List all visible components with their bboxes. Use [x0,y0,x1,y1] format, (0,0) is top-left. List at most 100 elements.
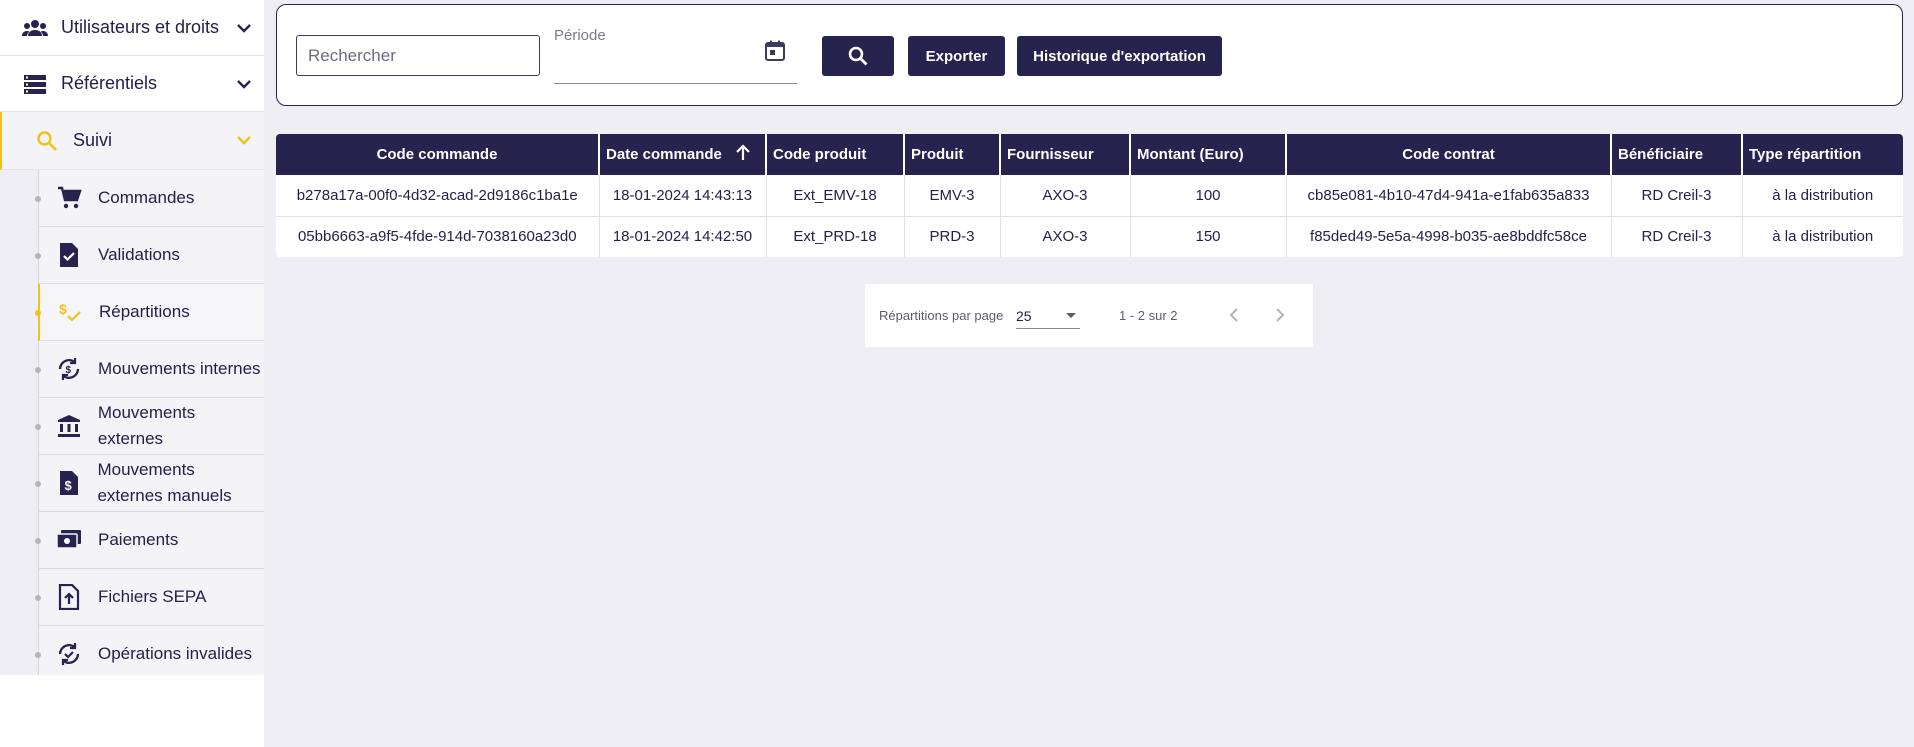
sidebar-group-users[interactable]: Utilisateurs et droits [0,0,264,56]
per-page-label: Répartitions par page [879,308,1004,323]
column-header-sorted[interactable]: Date commande [599,134,767,175]
sidebar-item-validations[interactable]: Validations [35,227,264,284]
per-page-select[interactable]: 25 [1016,301,1080,329]
sidebar-item-repartitions[interactable]: $ Répartitions [35,284,264,341]
column-header[interactable]: Bénéficiaire [1611,134,1743,175]
sidebar-group-label: Référentiels [61,73,158,93]
sidebar-item-label: Commandes [98,188,195,207]
page-range: 1 - 2 sur 2 [1119,308,1178,323]
chevron-down-icon[interactable] [234,18,254,38]
svg-text:$: $ [64,478,72,493]
sidebar-item-paiements[interactable]: Paiements [35,512,264,569]
file-upload-icon [56,584,82,610]
column-header[interactable]: Code contrat [1286,134,1612,175]
table-cell: à la distribution [1742,216,1903,257]
sidebar-group-label: Utilisateurs et droits [61,17,220,37]
bullet-dot [35,253,41,259]
search-button[interactable] [822,36,894,76]
table-cell: RD Creil-3 [1611,175,1743,217]
chevron-down-icon[interactable] [234,130,254,150]
users-icon [20,16,50,40]
table-cell: 100 [1130,175,1287,217]
column-header-label: Date commande [606,145,722,163]
sidebar-item-label: Fichiers SEPA [98,587,207,606]
sidebar-item-label: Opérations invalides [98,644,253,663]
refresh-check-icon [56,641,82,667]
sidebar-submenu: Commandes Validations $ Répartitions $ M… [0,170,264,683]
chevron-left-icon[interactable] [1224,305,1244,325]
sidebar-group-label: Suivi [73,130,113,150]
sidebar-group-suivi[interactable]: Suivi [0,112,264,170]
chevron-down-icon[interactable] [234,74,254,94]
search-icon [848,46,868,66]
bullet-dot [35,367,41,373]
sidebar-item-mouvements-externes[interactable]: Mouvements externes [35,398,264,455]
arrow-up-icon[interactable] [734,143,752,166]
table-cell: PRD-3 [904,216,1001,257]
calendar-icon[interactable] [763,39,787,63]
sidebar-item-label: Validations [98,245,180,264]
column-header[interactable]: Produit [904,134,1001,175]
sidebar-item-label: Mouvements internes [98,359,261,378]
payment-icon [56,527,82,553]
search-icon [32,129,62,153]
column-header[interactable]: Fournisseur [1000,134,1131,175]
bullet-dot [35,310,41,316]
bullet-dot [35,538,41,544]
sidebar-item-mouvements-internes[interactable]: $ Mouvements internes [35,341,264,398]
caret-down-icon [1066,313,1076,318]
table-cell: 18-01-2024 14:42:50 [599,216,767,257]
cart-icon [56,185,82,211]
export-button[interactable]: Exporter [908,36,1005,76]
column-header[interactable]: Type répartition [1742,134,1903,175]
table-row[interactable]: b278a17a-00f0-4d32-acad-2d9186c1ba1e 18-… [276,175,1903,217]
bullet-dot [35,595,41,601]
sidebar-item-fichiers-sepa[interactable]: Fichiers SEPA [35,569,264,626]
sidebar-item-label: Paiements [98,530,179,549]
chevron-right-icon[interactable] [1270,305,1290,325]
table-cell: à la distribution [1742,175,1903,217]
repartitions-table: Code commande Date commande Code produit… [276,134,1903,257]
sidebar-item-label: Répartitions [99,302,190,321]
table-row[interactable]: 05bb6663-a9f5-4fde-914d-7038160a23d0 18-… [276,216,1903,257]
svg-text:$: $ [66,365,72,376]
export-history-button[interactable]: Historique d'exportation [1017,36,1222,76]
search-input[interactable] [296,35,540,76]
period-label: Période [554,27,606,44]
table-cell: EMV-3 [904,175,1001,217]
sidebar-item-mouvements-externes-manuels[interactable]: $ Mouvements externes manuels [35,455,264,512]
column-header[interactable]: Code produit [766,134,905,175]
document-check-icon [56,242,82,268]
table-cell: 18-01-2024 14:43:13 [599,175,767,217]
table-cell: Ext_EMV-18 [766,175,905,217]
filter-bar: Période Exporter Historique d'exportatio… [276,4,1903,106]
sidebar-item-commandes[interactable]: Commandes [35,170,264,227]
sidebar-footer [0,675,264,747]
bullet-dot [35,481,41,487]
table-cell: cb85e081-4b10-47d4-941a-e1fab635a833 [1286,175,1612,217]
bullet-dot [35,652,41,658]
exchange-icon: $ [56,356,82,382]
period-field[interactable]: Période [554,27,797,84]
table-cell: f85ded49-5e5a-4998-b035-ae8bddfc58ce [1286,216,1612,257]
sidebar: Utilisateurs et droits Référentiels Suiv… [0,0,264,747]
column-header[interactable]: Montant (Euro) [1130,134,1287,175]
table-cell: b278a17a-00f0-4d32-acad-2d9186c1ba1e [276,175,600,217]
table-cell: 05bb6663-a9f5-4fde-914d-7038160a23d0 [276,216,600,257]
sidebar-group-referentiels[interactable]: Référentiels [0,56,264,112]
list-icon [20,72,50,96]
table-cell: AXO-3 [1000,216,1131,257]
svg-text:$: $ [59,301,67,317]
distribution-icon: $ [57,299,83,325]
table-cell: AXO-3 [1000,175,1131,217]
sidebar-item-label: Mouvements externes [97,403,196,448]
table-header-row: Code commande Date commande Code produit… [276,134,1903,175]
sidebar-item-label: Mouvements externes manuels [97,460,232,505]
table-cell: Ext_PRD-18 [766,216,905,257]
pagination: Répartitions par page 25 1 - 2 sur 2 [865,284,1313,347]
money-file-icon: $ [56,470,81,496]
bullet-dot [35,196,41,202]
table-cell: 150 [1130,216,1287,257]
bullet-dot [35,424,41,430]
column-header[interactable]: Code commande [276,134,600,175]
